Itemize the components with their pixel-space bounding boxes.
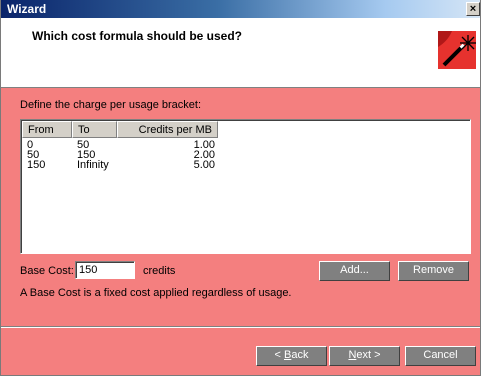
- table-row[interactable]: 0 50 1.00: [22, 140, 218, 151]
- wizard-window: Wizard × Which cost formula should be us…: [0, 0, 481, 376]
- instruction-label: Define the charge per usage bracket:: [20, 99, 202, 111]
- close-icon[interactable]: ×: [466, 2, 480, 16]
- cell-to: Infinity: [77, 159, 109, 171]
- table-row[interactable]: 50 150 2.00: [22, 150, 218, 161]
- wizard-body: Define the charge per usage bracket: Fro…: [1, 89, 480, 324]
- back-button[interactable]: < Back: [256, 346, 327, 366]
- table-row[interactable]: 150 Infinity 5.00: [22, 159, 218, 171]
- window-title: Wizard: [7, 2, 47, 16]
- next-rest: ext >: [356, 349, 381, 361]
- base-cost-label: Base Cost:: [20, 265, 74, 277]
- list-rows: 0 50 1.00 50 150 2.00 150 Infinity 5.00: [22, 140, 218, 171]
- column-header-credits[interactable]: Credits per MB: [117, 121, 218, 138]
- column-header-from[interactable]: From: [22, 121, 72, 138]
- base-cost-note: A Base Cost is a fixed cost applied rega…: [20, 287, 292, 299]
- cell-credits: 5.00: [193, 159, 215, 171]
- next-button[interactable]: Next >: [329, 346, 400, 366]
- footer-divider: [1, 326, 480, 328]
- page-question: Which cost formula should be used?: [32, 29, 243, 43]
- magic-wand-icon: [438, 31, 476, 69]
- add-button[interactable]: Add...: [319, 261, 390, 281]
- remove-button[interactable]: Remove: [398, 261, 469, 281]
- cancel-button[interactable]: Cancel: [405, 346, 476, 366]
- base-cost-input[interactable]: [75, 261, 135, 279]
- back-prefix: <: [274, 349, 284, 361]
- wizard-header: Which cost formula should be used?: [1, 18, 480, 88]
- column-header-to[interactable]: To: [72, 121, 117, 138]
- title-bar[interactable]: Wizard ×: [1, 0, 480, 18]
- back-rest: ack: [291, 349, 309, 361]
- credits-unit-label: credits: [143, 265, 176, 277]
- bracket-list[interactable]: From To Credits per MB 0 50 1.00 50 150 …: [20, 119, 471, 254]
- cell-from: 150: [27, 159, 46, 171]
- list-header: From To Credits per MB: [22, 121, 218, 138]
